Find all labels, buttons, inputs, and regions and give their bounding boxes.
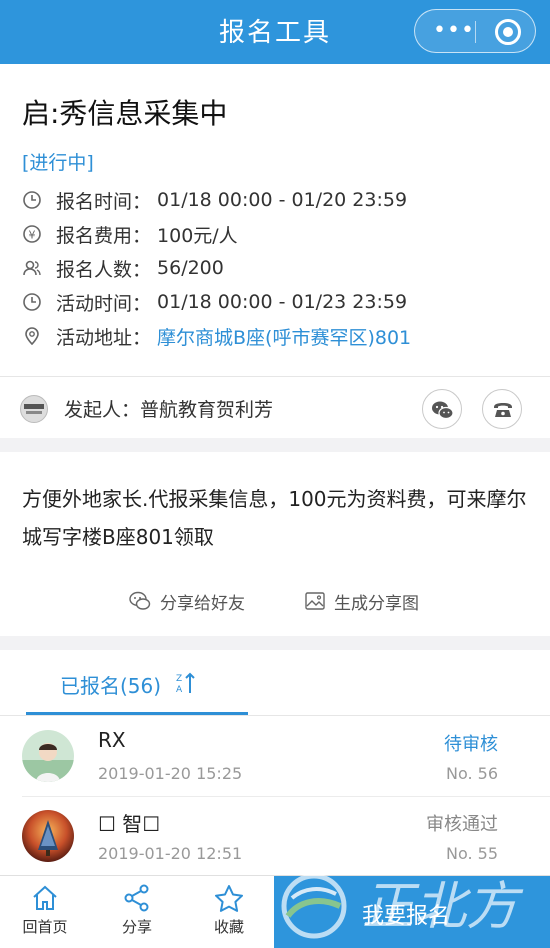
share-friend-label: 分享给好友 [160,593,245,614]
detail-label: 报名时间： [56,190,152,213]
detail-row-activity-time: 活动时间： 01/18 00:00 - 01/23 23:59 [22,288,407,316]
home-button[interactable]: 回首页 [10,884,80,937]
share-button[interactable]: 分享 [102,884,172,937]
wechat-icon [432,401,454,420]
wechat-share-icon [129,591,151,610]
entry-status: 待审核 [444,734,498,755]
signup-entry[interactable]: RX 2019-01-20 15:25 待审核 No. 56 [0,716,550,797]
detail-row-signup-time: 报名时间： 01/18 00:00 - 01/20 23:59 [22,186,407,214]
top-nav-bar: 报名工具 ••• [0,0,550,64]
entry-status: 审核通过 [426,814,498,835]
home-icon [33,885,57,910]
detail-label: 活动时间： [56,292,152,315]
signup-now-button[interactable]: 我要报名 [274,876,550,948]
share-image-label: 生成分享图 [334,593,419,614]
organizer-name: 普航教育贺利芳 [140,399,274,421]
favorite-button[interactable]: 收藏 [194,884,264,937]
detail-label: 报名费用： [56,224,152,247]
activity-info-card: 启:秀信息采集中 [进行中] 报名时间： 01/18 00:00 - 01/20… [0,64,550,376]
image-icon [305,592,325,610]
description-card: 方便外地家长.代报采集信息，100元为资料费，可来摩尔城写字楼B座801领取 分… [0,452,550,636]
detail-row-address: 活动地址： 摩尔商城B座(呼市赛罕区)801 [22,322,411,350]
signup-entry[interactable]: ☐ 智☐ 2019-01-20 12:51 审核通过 No. 55 [0,796,550,876]
generate-share-image-button[interactable]: 生成分享图 [304,586,419,616]
entry-number: No. 56 [445,764,498,783]
organizer-logo [20,395,48,423]
share-icon [124,884,149,912]
signup-list-card: 已报名(56) Z A RX 2019-01-20 15:25 待审核 No. … [0,650,550,875]
mini-program-capsule: ••• [414,9,536,53]
entry-name: RX [98,728,126,752]
people-icon [23,260,41,276]
svg-text:Z: Z [176,674,182,684]
detail-value: 01/18 00:00 - 01/23 23:59 [157,291,408,313]
address-link[interactable]: 摩尔商城B座(呼市赛罕区)801 [157,323,411,350]
more-dots-icon[interactable]: ••• [433,18,475,43]
activity-status: [进行中] [22,152,94,174]
share-label: 分享 [121,918,152,936]
organizer-row: 发起人：普航教育贺利芳 [0,376,550,438]
entry-number: No. 55 [445,844,498,863]
sort-icon[interactable]: Z A [172,670,198,696]
detail-row-count: 报名人数： 56/200 [22,254,224,282]
detail-row-fee: ¥ 报名费用： 100元/人 [22,220,238,248]
svg-text:¥: ¥ [29,229,36,242]
capsule-divider [475,21,476,43]
phone-icon [494,403,512,417]
organizer-text: 发起人：普航教育贺利芳 [64,395,273,422]
home-label: 回首页 [22,918,68,936]
detail-value: 01/18 00:00 - 01/20 23:59 [157,189,408,211]
avatar [22,730,74,782]
detail-value: 56/200 [157,257,224,279]
star-icon [215,885,243,912]
entry-date: 2019-01-20 15:25 [98,764,243,783]
bottom-action-bar: 回首页 分享 收藏 我要报名 [0,875,550,948]
target-circle-icon[interactable] [495,19,521,45]
fav-label: 收藏 [213,918,244,936]
svg-text:A: A [176,685,183,695]
organizer-label: 发起人： [64,399,141,421]
yen-icon: ¥ [23,225,41,243]
entry-name: ☐ 智☐ [98,812,161,836]
detail-label: 报名人数： [56,258,152,281]
wechat-contact-button[interactable] [422,389,462,429]
activity-title: 启:秀信息采集中 [22,97,228,130]
location-pin-icon [25,327,39,346]
clock-icon [23,293,41,311]
avatar [22,810,74,862]
tab-signed-up[interactable]: 已报名(56) [60,670,161,699]
entry-date: 2019-01-20 12:51 [98,844,243,863]
detail-label: 活动地址： [56,326,152,349]
share-to-friend-button[interactable]: 分享给好友 [128,586,245,616]
activity-description: 方便外地家长.代报采集信息，100元为资料费，可来摩尔城写字楼B座801领取 [22,487,527,549]
clock-icon [23,191,41,209]
phone-contact-button[interactable] [482,389,522,429]
detail-value: 100元/人 [157,224,238,247]
signup-now-label: 我要报名 [362,904,451,929]
